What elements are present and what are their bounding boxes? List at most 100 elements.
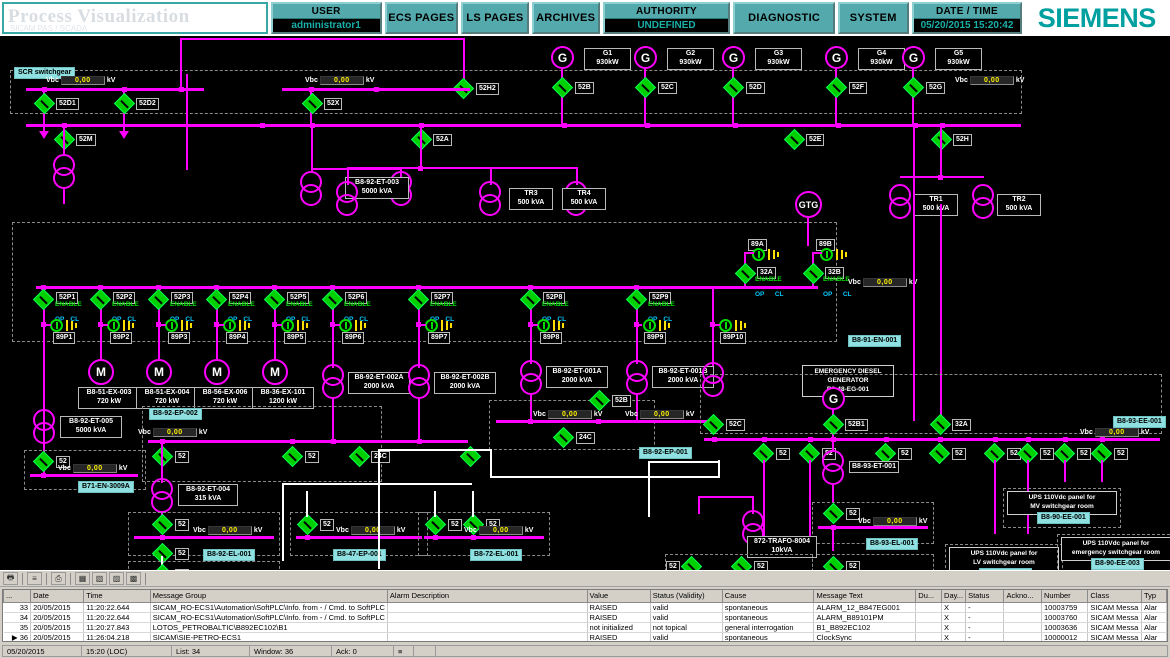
meas-value[interactable]: 0,00 xyxy=(969,76,1014,85)
bus-node xyxy=(160,535,165,540)
cl-label[interactable]: CL xyxy=(843,291,852,298)
tab-archives[interactable]: ARCHIVES xyxy=(531,2,600,34)
meas-value[interactable]: 0,00 xyxy=(60,76,105,85)
table-row[interactable]: 34 20/05/2015 11:20:22.644 SICAM_RO-ECS1\Au… xyxy=(3,612,1167,623)
tab-diagnostic[interactable]: DIAGNOSTIC xyxy=(733,2,835,34)
alarm-col-idx[interactable]: ... xyxy=(3,590,32,603)
filter-table-icon[interactable]: ▩ xyxy=(126,572,141,585)
motor-b8-51-ex-003[interactable]: M xyxy=(88,359,114,385)
alarm-col-desc[interactable]: Alarm Description xyxy=(386,590,588,603)
meas-value[interactable]: 0,00 xyxy=(478,526,523,535)
status-list-icon[interactable]: ≡ xyxy=(394,645,414,657)
isolator-89p2[interactable] xyxy=(107,319,120,332)
isolator-89b[interactable] xyxy=(820,248,833,261)
control-wire xyxy=(282,483,472,485)
meas-value[interactable]: 0,00 xyxy=(207,526,252,535)
table-row[interactable]: 33 20/05/2015 11:20:22.644 SICAM_RO-ECS1\Au… xyxy=(3,602,1167,613)
isolator-89p9[interactable] xyxy=(643,319,656,332)
feeder-wire xyxy=(714,324,720,326)
alarm-col-date[interactable]: Date xyxy=(30,590,85,603)
breaker-label-52d: 52D xyxy=(746,82,765,95)
bus-node xyxy=(938,175,943,180)
cell-class: SICAM Messa xyxy=(1087,622,1142,633)
breaker-52e[interactable] xyxy=(783,128,806,151)
meas-value[interactable]: 0,00 xyxy=(1094,428,1139,437)
cell-idx: 33 xyxy=(3,602,32,613)
xfmr-rating: 500 kVA xyxy=(517,198,545,206)
alarm-col-status[interactable]: Status (Validity) xyxy=(649,590,723,603)
feeder-wire xyxy=(158,324,160,360)
filter-out-icon[interactable]: ▨ xyxy=(109,572,124,585)
generator-g2-symbol[interactable]: G xyxy=(634,46,657,69)
list-icon[interactable]: ≡ xyxy=(27,572,42,585)
filter-sort-icon[interactable]: ▧ xyxy=(92,572,107,585)
tab-ecs-pages[interactable]: ECS PAGES xyxy=(384,2,459,34)
meas-value[interactable]: 0,00 xyxy=(639,410,684,419)
isolator-89p1[interactable] xyxy=(50,319,63,332)
meas-unit: kV xyxy=(524,527,534,534)
isolator-89p4[interactable] xyxy=(223,319,236,332)
meas-unit: kV xyxy=(106,77,116,84)
alarm-col-typ[interactable]: Typ xyxy=(1140,590,1167,603)
meas-value[interactable]: 0,00 xyxy=(350,526,395,535)
alarm-col-value[interactable]: Value xyxy=(586,590,651,603)
xfmr-tag: B8-92-ET-002B xyxy=(440,374,490,381)
alarm-col-class[interactable]: Class xyxy=(1087,590,1142,603)
alarm-col-ackno[interactable]: Ackno... xyxy=(1003,590,1042,603)
isolator-89p10[interactable] xyxy=(719,319,732,332)
cell-date: 20/05/2015 xyxy=(30,632,85,641)
meas-value[interactable]: 0,00 xyxy=(152,428,197,437)
generator-g4-symbol[interactable]: G xyxy=(825,46,848,69)
alarm-col-du[interactable]: Du... xyxy=(915,590,943,603)
gtg-symbol[interactable]: GTG xyxy=(795,191,822,218)
op-label[interactable]: OP xyxy=(823,291,832,298)
bus-node xyxy=(471,535,476,540)
meas-unit: kV xyxy=(396,527,406,534)
generator-g3-symbol[interactable]: G xyxy=(722,46,745,69)
table-row[interactable]: ▶ 36 20/05/2015 11:26:04.218 SICAM\SIE-PETR… xyxy=(3,632,1167,641)
print-preview-icon[interactable]: 🖶 xyxy=(3,572,18,585)
alarm-col-st2[interactable]: Status xyxy=(965,590,1005,603)
earth-switch-label-89p8: 89P8 xyxy=(540,332,563,345)
isolator-89p3[interactable] xyxy=(165,319,178,332)
motor-b8-51-ex-004[interactable]: M xyxy=(146,359,172,385)
alarm-col-number[interactable]: Number xyxy=(1040,590,1089,603)
tab-system[interactable]: SYSTEM xyxy=(837,2,909,34)
table-row[interactable]: 35 20/05/2015 11:20:27.843 LOTOS_PETROBALTI… xyxy=(3,622,1167,633)
isolator-89p6[interactable] xyxy=(339,319,352,332)
isolator-89p8[interactable] xyxy=(537,319,550,332)
generator-g1-symbol[interactable]: G xyxy=(551,46,574,69)
alarm-col-text[interactable]: Message Text xyxy=(813,590,917,603)
meas-value[interactable]: 0,00 xyxy=(319,76,364,85)
alarm-col-time[interactable]: Time xyxy=(83,590,151,603)
alarm-table[interactable]: ... Date Time Message Group Alarm Descriptio… xyxy=(3,590,1167,641)
breaker-ee-f4[interactable] xyxy=(928,442,951,465)
bus-node xyxy=(41,473,46,478)
meas-value[interactable]: 0,00 xyxy=(862,278,907,287)
cl-label[interactable]: CL xyxy=(775,291,784,298)
motor-b8-36-ex-101[interactable]: M xyxy=(262,359,288,385)
alarm-col-cause[interactable]: Cause xyxy=(721,590,815,603)
transformer-label-b8-92-et-002b: B8-92-ET-002B 2000 kVA xyxy=(434,372,496,394)
tab-ls-pages[interactable]: LS PAGES xyxy=(461,2,529,34)
bus-scr-left xyxy=(26,88,204,91)
op-label[interactable]: OP xyxy=(755,291,764,298)
isolator-89p7[interactable] xyxy=(425,319,438,332)
meas-label: Vbc xyxy=(848,279,861,286)
control-wire xyxy=(490,476,720,478)
print-icon[interactable]: ⎙ xyxy=(51,572,66,585)
alarm-body[interactable]: 33 20/05/2015 11:20:22.644 SICAM_RO-ECS1\Au… xyxy=(3,602,1167,641)
alarm-col-day[interactable]: Day... xyxy=(941,590,967,603)
alarm-grid[interactable]: ... Date Time Message Group Alarm Descriptio… xyxy=(2,589,1168,642)
motor-b8-56-ex-006[interactable]: M xyxy=(204,359,230,385)
alarm-col-group[interactable]: Message Group xyxy=(149,590,388,603)
meas-value[interactable]: 0,00 xyxy=(72,464,117,473)
meas-value[interactable]: 0,00 xyxy=(547,410,592,419)
filter-in-icon[interactable]: ▦ xyxy=(75,572,90,585)
meas-value[interactable]: 0,00 xyxy=(872,517,917,526)
control-wire xyxy=(306,491,308,517)
xfmr-tag: B8-92-ET-004 xyxy=(186,486,230,493)
isolator-89p5[interactable] xyxy=(281,319,294,332)
isolator-89a[interactable] xyxy=(752,248,765,261)
generator-g5-symbol[interactable]: G xyxy=(902,46,925,69)
